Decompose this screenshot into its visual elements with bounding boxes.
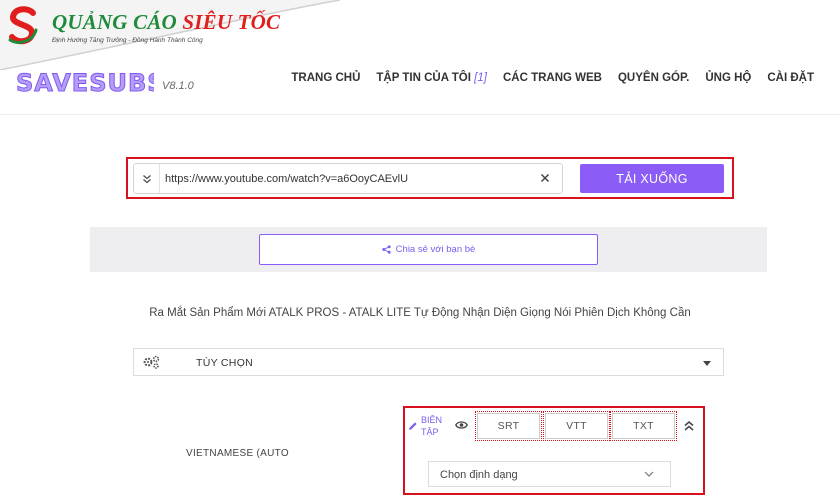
format-vtt-button[interactable]: VTT [543,411,610,441]
gears-icon [143,355,160,369]
url-search-box [133,163,563,194]
nav-settings[interactable]: CÀI ĐẶT [767,72,814,84]
nav-my-files-label: TẬP TIN CỦA TÔI [376,72,471,84]
share-button[interactable]: Chia sẻ với bạn bè [259,234,598,265]
nav-my-files-count: [1] [474,72,487,84]
watermark-logo-icon [8,6,38,45]
expand-button[interactable] [134,164,160,193]
watermark-brand-part1: QUẢNG CÁO [52,10,177,34]
share-band: Chia sẻ với bạn bè [90,227,767,272]
share-icon [382,245,391,254]
format-txt-button[interactable]: TXT [610,411,677,441]
format-select[interactable]: Chọn định dạng [428,461,671,487]
version-label: V8.1.0 [162,80,194,92]
double-chevron-up-icon[interactable] [683,420,695,432]
language-label: VIETNAMESE (AUTO [186,448,289,459]
edit-button[interactable]: BIÊN TẬP [408,413,446,441]
share-label: Chia sẻ với bạn bè [395,244,476,255]
main-nav: TRANG CHỦ TẬP TIN CỦA TÔI [1] CÁC TRANG … [291,72,814,84]
nav-home[interactable]: TRANG CHỦ [291,72,360,84]
double-chevron-down-icon [142,174,151,183]
nav-donate[interactable]: QUYÊN GÓP. [618,72,689,84]
eye-icon[interactable] [455,420,468,430]
nav-my-files[interactable]: TẬP TIN CỦA TÔI [1] [376,72,487,84]
caret-down-icon [703,361,711,366]
header-divider [0,114,840,115]
watermark-tagline: Định Hướng Tăng Trưởng - Đồng Hành Thành… [52,37,203,44]
format-srt-button[interactable]: SRT [475,411,542,441]
chevron-down-icon [644,471,654,477]
video-title: Ra Mắt Sản Phẩm Mới ATALK PROS - ATALK L… [149,307,691,319]
edit-label: BIÊN TẬP [421,415,443,437]
options-label: TÙY CHỌN [196,357,254,369]
url-input[interactable] [165,167,525,190]
nav-support[interactable]: ỦNG HỘ [705,72,751,84]
watermark-brand-part2: SIÊU TỐC [182,10,281,34]
options-dropdown[interactable]: TÙY CHỌN [133,348,724,376]
close-icon [540,173,550,183]
watermark-brand: QUẢNG CÁO SIÊU TỐC [52,10,280,35]
nav-websites[interactable]: CÁC TRANG WEB [503,72,602,84]
format-select-label: Chọn định dạng [440,469,518,481]
logo-text: SAVESUBS [16,69,154,97]
savesubs-logo[interactable]: SAVESUBS [14,64,155,98]
pencil-icon [409,422,417,430]
download-button[interactable]: TẢI XUỐNG [580,164,724,193]
clear-button[interactable] [537,170,553,186]
